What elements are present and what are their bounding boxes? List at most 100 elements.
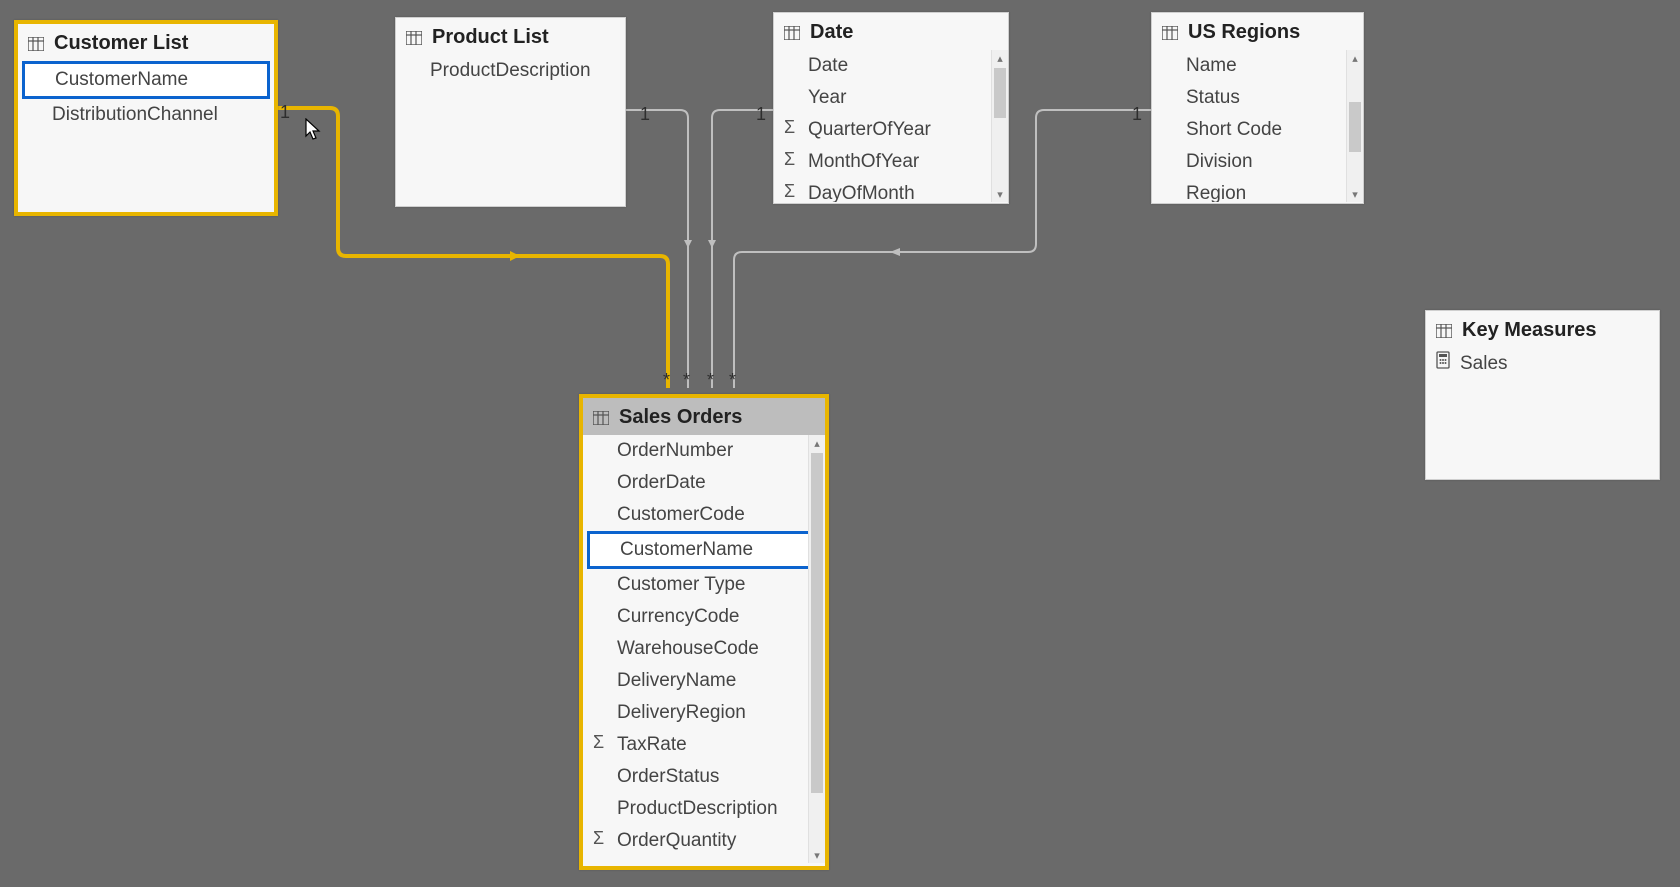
table-header-sales-orders[interactable]: Sales Orders [583, 398, 825, 435]
mouse-cursor [305, 118, 323, 142]
table-icon [1436, 324, 1452, 338]
field-label: Division [1186, 152, 1253, 172]
field-label: QuarterOfYear [808, 120, 931, 140]
rel-many-regions: * [729, 370, 736, 390]
table-title: Customer List [54, 32, 188, 55]
field-label: OrderDate [617, 473, 706, 493]
field-sales-unitprice[interactable]: ΣUnitPrice [583, 857, 825, 863]
table-key-measures[interactable]: Key Measures Sales [1425, 310, 1660, 480]
field-label: MonthOfYear [808, 152, 919, 172]
scrollbar-regions[interactable]: ▴ ▾ [1346, 50, 1363, 202]
table-title: Date [810, 21, 853, 44]
table-title: US Regions [1188, 21, 1300, 44]
field-sales-taxrate[interactable]: Σ TaxRate [583, 729, 825, 761]
rel-one-customer: 1 [280, 102, 290, 122]
scroll-up-icon[interactable]: ▴ [809, 435, 825, 451]
table-icon [28, 37, 44, 51]
field-label: OrderQuantity [617, 831, 736, 851]
rel-date-to-sales[interactable] [712, 110, 773, 388]
measure-icon [1436, 351, 1450, 369]
sigma-icon: Σ [593, 828, 604, 848]
field-regions-region[interactable]: Region [1152, 178, 1363, 202]
scroll-thumb[interactable] [994, 68, 1006, 118]
scroll-thumb[interactable] [1349, 102, 1361, 152]
scroll-down-icon[interactable]: ▾ [992, 186, 1008, 202]
scroll-thumb[interactable] [811, 453, 823, 793]
field-label: DayOfMonth [808, 184, 915, 202]
table-header-customer-list[interactable]: Customer List [18, 24, 274, 61]
field-label: CustomerName [620, 540, 753, 560]
field-regions-division[interactable]: Division [1152, 146, 1363, 178]
field-sales-customercode[interactable]: CustomerCode [583, 499, 825, 531]
field-customer-distributionchannel[interactable]: DistributionChannel [18, 99, 274, 131]
scroll-down-icon[interactable]: ▾ [809, 847, 825, 863]
field-label: Status [1186, 88, 1240, 108]
field-measures-sales[interactable]: Sales [1426, 348, 1659, 380]
field-sales-deliveryregion[interactable]: DeliveryRegion [583, 697, 825, 729]
scroll-up-icon[interactable]: ▴ [992, 50, 1008, 66]
field-sales-orderstatus[interactable]: OrderStatus [583, 761, 825, 793]
field-sales-warehousecode[interactable]: WarehouseCode [583, 633, 825, 665]
field-label: Region [1186, 184, 1246, 202]
scrollbar-sales[interactable]: ▴ ▾ [808, 435, 825, 863]
field-sales-customertype[interactable]: Customer Type [583, 569, 825, 601]
field-label: OrderNumber [617, 441, 733, 461]
sigma-icon: Σ [784, 181, 795, 201]
sigma-icon: Σ [784, 149, 795, 169]
scrollbar-date[interactable]: ▴ ▾ [991, 50, 1008, 202]
rel-arrow-customer-sales [510, 251, 520, 261]
table-header-key-measures[interactable]: Key Measures [1426, 311, 1659, 348]
field-label: OrderStatus [617, 767, 719, 787]
field-sales-ordernumber[interactable]: OrderNumber [583, 435, 825, 467]
field-date-year[interactable]: Year [774, 82, 1008, 114]
field-product-productdescription[interactable]: ProductDescription [396, 55, 625, 87]
field-sales-orderdate[interactable]: OrderDate [583, 467, 825, 499]
table-sales-orders[interactable]: Sales Orders OrderNumber OrderDate Custo… [579, 394, 829, 870]
sigma-icon: Σ [593, 732, 604, 752]
sigma-icon: Σ [784, 117, 795, 137]
field-customer-customername[interactable]: CustomerName [22, 61, 270, 99]
table-header-date[interactable]: Date [774, 13, 1008, 50]
field-label: ProductDescription [617, 799, 778, 819]
table-date[interactable]: Date Date Year Σ QuarterOfYear Σ MonthOfYe… [773, 12, 1009, 204]
field-date-quarterofyear[interactable]: Σ QuarterOfYear [774, 114, 1008, 146]
field-regions-shortcode[interactable]: Short Code [1152, 114, 1363, 146]
field-sales-orderquantity[interactable]: Σ OrderQuantity [583, 825, 825, 857]
field-date-monthofyear[interactable]: Σ MonthOfYear [774, 146, 1008, 178]
scroll-up-icon[interactable]: ▴ [1347, 50, 1363, 66]
field-date-date[interactable]: Date [774, 50, 1008, 82]
field-label: TaxRate [617, 735, 687, 755]
field-sales-productdescription[interactable]: ProductDescription [583, 793, 825, 825]
rel-product-to-sales[interactable] [625, 110, 688, 388]
scroll-down-icon[interactable]: ▾ [1347, 186, 1363, 202]
field-label: WarehouseCode [617, 639, 759, 659]
field-regions-name[interactable]: Name [1152, 50, 1363, 82]
field-date-dayofmonth[interactable]: Σ DayOfMonth [774, 178, 1008, 202]
field-sales-customername[interactable]: CustomerName [587, 531, 821, 569]
table-product-list[interactable]: Product List ProductDescription [395, 17, 626, 207]
field-sales-deliveryname[interactable]: DeliveryName [583, 665, 825, 697]
table-customer-list[interactable]: Customer List CustomerName DistributionC… [14, 20, 278, 216]
field-label: CustomerName [55, 70, 188, 90]
table-us-regions[interactable]: US Regions Name Status Short Code Divisi… [1151, 12, 1364, 204]
rel-many-product: * [683, 370, 690, 390]
field-label: CurrencyCode [617, 607, 740, 627]
field-label: Name [1186, 56, 1237, 76]
table-icon [406, 31, 422, 45]
field-label: Customer Type [617, 575, 745, 595]
rel-many-date: * [707, 370, 714, 390]
rel-many-customer: * [663, 370, 670, 390]
field-sales-currencycode[interactable]: CurrencyCode [583, 601, 825, 633]
rel-one-product: 1 [640, 104, 650, 124]
rel-arrow-date [708, 240, 716, 248]
field-label: Date [808, 56, 848, 76]
rel-arrow-regions [890, 248, 900, 256]
table-header-product-list[interactable]: Product List [396, 18, 625, 55]
field-regions-status[interactable]: Status [1152, 82, 1363, 114]
rel-arrow-product [684, 240, 692, 248]
table-title: Product List [432, 26, 549, 49]
field-label: DeliveryName [617, 671, 736, 691]
table-header-us-regions[interactable]: US Regions [1152, 13, 1363, 50]
table-icon [784, 26, 800, 40]
table-icon [1162, 26, 1178, 40]
